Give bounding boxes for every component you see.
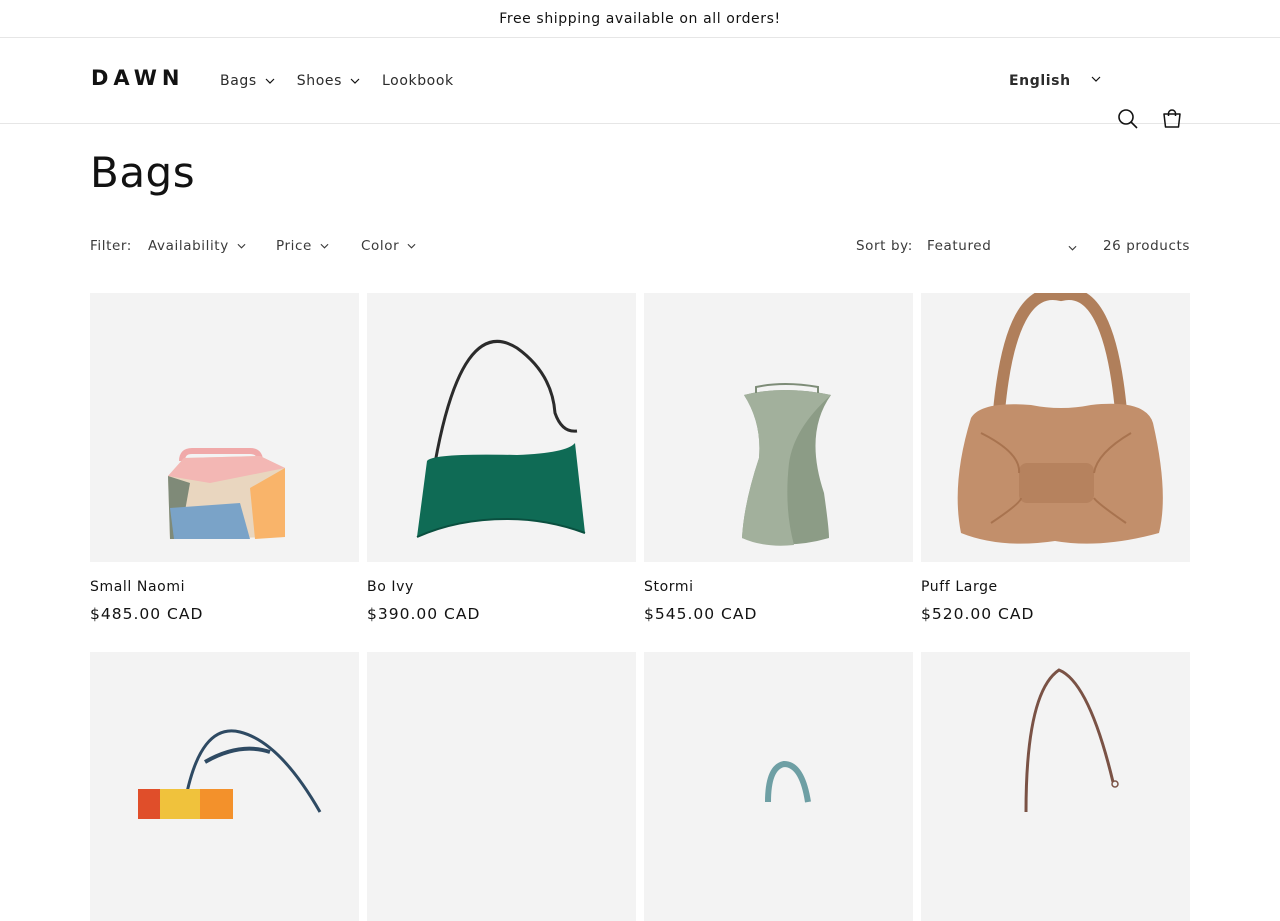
nav-item-bags[interactable]: Bags: [220, 73, 275, 89]
product-title[interactable]: Stormi: [644, 579, 913, 595]
bag-image-multicolor: [138, 729, 322, 819]
page-title: Bags: [90, 148, 196, 197]
sort-label: Sort by:: [856, 238, 913, 254]
product-image[interactable]: [367, 293, 636, 562]
nav-item-lookbook[interactable]: Lookbook: [382, 73, 454, 89]
product-card[interactable]: Small Naomi $485.00 CAD: [90, 293, 359, 623]
product-count: 26 products: [1102, 238, 1190, 254]
main-nav: Bags Shoes Lookbook: [220, 38, 476, 123]
cart-icon: [1163, 109, 1181, 128]
product-image[interactable]: [90, 293, 359, 562]
filter-color[interactable]: Color: [361, 238, 416, 254]
chevron-down-icon: [350, 78, 360, 84]
product-card[interactable]: [921, 652, 1190, 921]
chevron-down-icon: [237, 243, 246, 249]
nav-item-label: Shoes: [296, 72, 342, 89]
filter-price-label: Price: [276, 238, 312, 254]
product-card[interactable]: Bo Ivy $390.00 CAD: [367, 293, 636, 623]
language-value: English: [1009, 72, 1071, 89]
bag-image-stormi: [742, 383, 831, 546]
product-price: $390.00 CAD: [367, 605, 481, 623]
product-price: $485.00 CAD: [90, 605, 204, 623]
search-button[interactable]: [1116, 107, 1140, 131]
search-icon: [1118, 109, 1138, 129]
nav-item-shoes[interactable]: Shoes: [297, 73, 360, 89]
sort-value: Featured: [927, 238, 992, 254]
product-title[interactable]: Bo Ivy: [367, 579, 636, 595]
product-image[interactable]: [644, 293, 913, 562]
site-header: DAWN Bags Shoes Lookbook English: [0, 38, 1280, 129]
filter-availability-label: Availability: [148, 238, 229, 254]
language-selector[interactable]: English: [1009, 38, 1101, 123]
announcement-bar: Free shipping available on all orders!: [0, 0, 1280, 38]
nav-item-label: Bags: [220, 72, 257, 89]
product-image[interactable]: [367, 652, 636, 921]
store-logo[interactable]: DAWN: [91, 66, 184, 90]
bag-image-teal: [765, 760, 811, 803]
product-card[interactable]: [644, 652, 913, 921]
product-title[interactable]: Small Naomi: [90, 579, 359, 595]
product-price: $520.00 CAD: [921, 605, 1035, 623]
product-image[interactable]: [921, 652, 1190, 921]
chevron-down-icon: [265, 78, 275, 84]
bag-image-small-naomi: [168, 448, 285, 539]
filter-price[interactable]: Price: [276, 238, 329, 254]
bag-image-bo-ivy: [416, 339, 586, 538]
sort-select[interactable]: Featured: [927, 238, 1077, 254]
product-card[interactable]: Puff Large $520.00 CAD: [921, 293, 1190, 623]
chevron-down-icon: [407, 243, 416, 249]
product-card[interactable]: [90, 652, 359, 921]
product-image[interactable]: [90, 652, 359, 921]
product-title[interactable]: Puff Large: [921, 579, 1190, 595]
filter-label: Filter:: [90, 238, 132, 254]
nav-item-label: Lookbook: [382, 72, 454, 89]
product-card[interactable]: [367, 652, 636, 921]
filter-bar: Filter: Availability Price Color Sort by…: [90, 236, 1190, 258]
cart-button[interactable]: [1160, 107, 1184, 131]
product-image[interactable]: [644, 652, 913, 921]
chevron-down-icon: [320, 243, 329, 249]
chevron-down-icon: [1068, 245, 1077, 251]
chevron-down-icon: [1091, 76, 1101, 82]
bag-image-puff-large: [957, 293, 1163, 544]
product-price: $545.00 CAD: [644, 605, 758, 623]
filter-color-label: Color: [361, 238, 400, 254]
filter-availability[interactable]: Availability: [148, 238, 246, 254]
announcement-text: Free shipping available on all orders!: [499, 10, 781, 27]
product-image[interactable]: [921, 293, 1190, 562]
bag-image-brown-strap: [1024, 668, 1119, 813]
product-card[interactable]: Stormi $545.00 CAD: [644, 293, 913, 623]
